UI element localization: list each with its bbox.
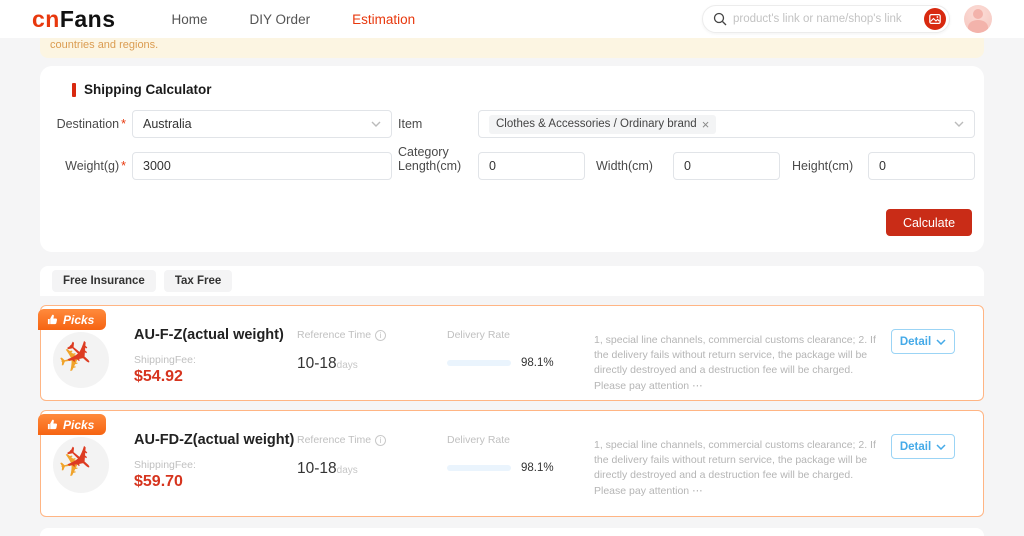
image-search-button[interactable]: [924, 8, 946, 30]
delivery-rate-value: 98.1%: [521, 462, 554, 474]
required-asterisk: *: [121, 159, 126, 173]
width-input[interactable]: [684, 159, 769, 173]
destination-select[interactable]: Australia: [132, 110, 392, 138]
section-title: Shipping Calculator: [84, 82, 212, 97]
top-navbar: cnFans Home DIY Order Estimation: [0, 0, 1024, 38]
logo-text-fans: Fans: [59, 5, 116, 32]
image-icon: [929, 14, 941, 25]
logo-text-cn: cn: [32, 5, 60, 32]
weight-label: Weight(g) *: [65, 159, 126, 173]
picks-badge: Picks: [38, 309, 107, 330]
shipping-fee-value: $54.92: [134, 368, 183, 385]
length-input[interactable]: [489, 159, 574, 173]
length-label: Length(cm): [398, 159, 462, 173]
category-tag-text: Clothes & Accessories / Ordinary brand: [496, 118, 697, 130]
tab-free-insurance[interactable]: Free Insurance: [52, 270, 156, 292]
days-unit: days: [336, 360, 358, 371]
detail-button-label: Detail: [899, 440, 932, 453]
category-tag: Clothes & Accessories / Ordinary brand ×: [489, 114, 717, 134]
width-field: [673, 152, 780, 180]
chevron-down-icon: [371, 121, 381, 127]
title-accent-bar: [72, 82, 76, 97]
shipping-line-name: AU-FD-Z(actual weight): [134, 432, 295, 448]
destination-value: Australia: [143, 117, 192, 131]
reference-time-column: Reference Time i 10-18days: [297, 329, 387, 373]
thumbs-up-icon: [47, 314, 58, 325]
channel-note: 1, special line channels, commercial cus…: [594, 439, 876, 497]
shipping-calculator-panel: Shipping Calculator Destination * Austral…: [40, 66, 984, 252]
height-field: [868, 152, 975, 180]
delivery-rate-value: 98.1%: [521, 357, 554, 369]
height-label: Height(cm): [792, 159, 854, 173]
reference-time-label: Reference Time: [297, 329, 372, 341]
destination-label: Destination *: [56, 117, 126, 131]
chevron-down-icon: [954, 121, 964, 127]
user-avatar[interactable]: [964, 5, 992, 33]
line-info-column: AU-FD-Z(actual weight) ShippingFee: $59.…: [134, 432, 294, 491]
next-section-edge: [40, 528, 984, 536]
picks-badge: Picks: [38, 414, 107, 435]
airline-icon: ✈ ✈: [53, 329, 109, 388]
info-icon[interactable]: i: [375, 329, 387, 341]
avatar-person-icon: [973, 9, 983, 19]
days-unit: days: [336, 465, 358, 476]
detail-button[interactable]: Detail: [891, 434, 955, 459]
height-input[interactable]: [879, 159, 964, 173]
shipping-fee-label: ShippingFee:: [134, 354, 196, 366]
channel-note: 1, special line channels, commercial cus…: [594, 334, 876, 392]
reference-time-column: Reference Time i 10-18days: [297, 434, 387, 478]
weight-input[interactable]: [143, 159, 381, 173]
info-icon[interactable]: i: [375, 434, 387, 446]
shipping-option-card: Picks ✈ ✈ AU-FD-Z(actual weight) Shippin…: [38, 410, 984, 517]
delivery-rate-label: Delivery Rate: [447, 329, 511, 341]
delivery-rate-column: Delivery Rate 98.1%: [447, 434, 554, 474]
chevron-down-icon: [936, 443, 946, 450]
main-nav: Home DIY Order Estimation: [172, 12, 416, 27]
reference-time-value: 10-18days: [297, 460, 358, 477]
search-icon: [713, 12, 727, 26]
item-category-select[interactable]: Clothes & Accessories / Ordinary brand ×: [478, 110, 975, 138]
search-input[interactable]: [733, 13, 924, 25]
tab-tax-free[interactable]: Tax Free: [163, 270, 233, 292]
delivery-rate-label: Delivery Rate: [447, 434, 511, 446]
line-info-column: AU-F-Z(actual weight) ShippingFee: $54.9…: [134, 327, 284, 386]
delivery-rate-bar: [447, 360, 511, 366]
search-bar[interactable]: [702, 5, 950, 33]
airline-icon: ✈ ✈: [53, 434, 109, 493]
nav-item-estimation[interactable]: Estimation: [352, 12, 415, 27]
picks-badge-text: Picks: [63, 417, 95, 432]
shipping-option-card: Picks ✈ ✈ AU-F-Z(actual weight) Shipping…: [38, 305, 984, 401]
width-label: Width(cm): [596, 159, 653, 173]
notice-banner-text: countries and regions.: [50, 39, 159, 51]
detail-button-label: Detail: [899, 335, 932, 348]
weight-field: [132, 152, 392, 180]
nav-item-diy-order[interactable]: DIY Order: [250, 12, 311, 27]
thumbs-up-icon: [47, 419, 58, 430]
chevron-down-icon: [936, 338, 946, 345]
shipping-fee-label: ShippingFee:: [134, 459, 196, 471]
delivery-rate-column: Delivery Rate 98.1%: [447, 329, 554, 369]
cnfans-logo[interactable]: cnFans: [32, 6, 116, 33]
reference-time-label: Reference Time: [297, 434, 372, 446]
delivery-rate-bar: [447, 465, 511, 471]
section-title-row: Shipping Calculator: [72, 82, 212, 97]
reference-time-value: 10-18days: [297, 355, 358, 372]
length-field: [478, 152, 585, 180]
calculate-button[interactable]: Calculate: [886, 209, 972, 236]
results-filter-bar: Free Insurance Tax Free: [40, 266, 984, 296]
required-asterisk: *: [121, 117, 126, 131]
shipping-line-name: AU-F-Z(actual weight): [134, 327, 284, 343]
shipping-fee-value: $59.70: [134, 473, 183, 490]
remove-tag-icon[interactable]: ×: [702, 118, 710, 131]
picks-badge-text: Picks: [63, 312, 95, 327]
nav-item-home[interactable]: Home: [172, 12, 208, 27]
notice-banner: countries and regions.: [40, 38, 984, 58]
detail-button[interactable]: Detail: [891, 329, 955, 354]
